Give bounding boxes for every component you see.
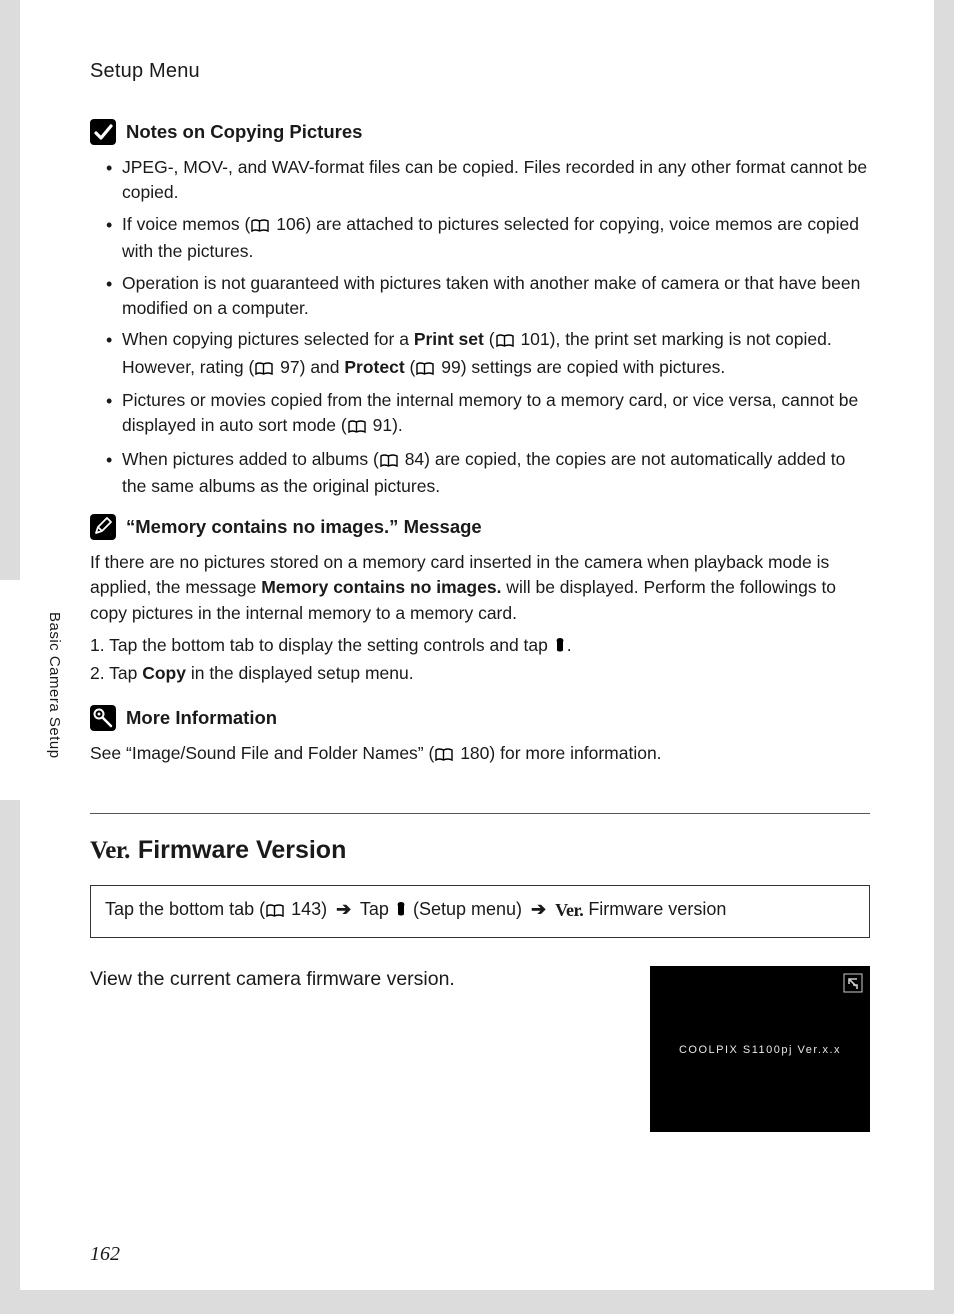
book-icon (380, 449, 398, 474)
wrench-icon (394, 898, 408, 925)
book-icon (435, 743, 453, 769)
page-number: 162 (90, 1243, 120, 1266)
step-1: 1. Tap the bottom tab to display the set… (90, 633, 870, 661)
heading-text: More Information (126, 707, 277, 729)
list-item: When pictures added to albums ( 84) are … (106, 447, 870, 500)
list-item: If voice memos ( 106) are attached to pi… (106, 212, 870, 265)
info-icon (90, 705, 116, 731)
firmware-heading: Ver. Firmware Version (90, 836, 870, 865)
notes-copying-heading: Notes on Copying Pictures (90, 119, 870, 145)
book-icon (416, 357, 434, 382)
check-icon (90, 119, 116, 145)
back-icon (842, 972, 864, 994)
wrench-icon (553, 635, 567, 661)
more-info-heading: More Information (90, 705, 870, 731)
ver-icon: Ver. (555, 900, 583, 920)
list-item: JPEG-, MOV-, and WAV-format files can be… (106, 155, 870, 206)
heading-text: Notes on Copying Pictures (126, 121, 362, 143)
list-item: Operation is not guaranteed with picture… (106, 271, 870, 322)
side-tab-label: Basic Camera Setup (46, 612, 63, 759)
heading-text: Firmware Version (138, 836, 346, 865)
memory-msg-body: If there are no pictures stored on a mem… (90, 550, 870, 628)
book-icon (348, 415, 366, 440)
notes-list: JPEG-, MOV-, and WAV-format files can be… (90, 155, 870, 500)
more-info-body: See “Image/Sound File and Folder Names” … (90, 741, 870, 769)
memory-msg-heading: “Memory contains no images.” Message (90, 514, 870, 540)
camera-screen: COOLPIX S1100pj Ver.x.x (650, 966, 870, 1132)
arrow-icon: ➔ (336, 899, 351, 919)
divider (90, 813, 870, 814)
arrow-icon: ➔ (531, 899, 546, 919)
firmware-body: View the current camera firmware version… (90, 966, 630, 993)
pencil-icon (90, 514, 116, 540)
book-icon (251, 214, 269, 239)
breadcrumb: Tap the bottom tab ( 143) ➔ Tap (Setup m… (90, 885, 870, 938)
book-icon (255, 357, 273, 382)
book-icon (266, 898, 284, 925)
ver-icon: Ver. (90, 837, 130, 865)
heading-text: “Memory contains no images.” Message (126, 516, 482, 538)
manual-page: Setup Menu Notes on Copying Pictures JPE… (20, 0, 934, 1290)
book-icon (496, 329, 514, 354)
firmware-screen-text: COOLPIX S1100pj Ver.x.x (650, 1044, 870, 1056)
step-2: 2. Tap Copy in the displayed setup menu. (90, 661, 870, 687)
list-item: Pictures or movies copied from the inter… (106, 388, 870, 441)
page-title: Setup Menu (90, 60, 870, 83)
list-item: When copying pictures selected for a Pri… (106, 327, 870, 382)
